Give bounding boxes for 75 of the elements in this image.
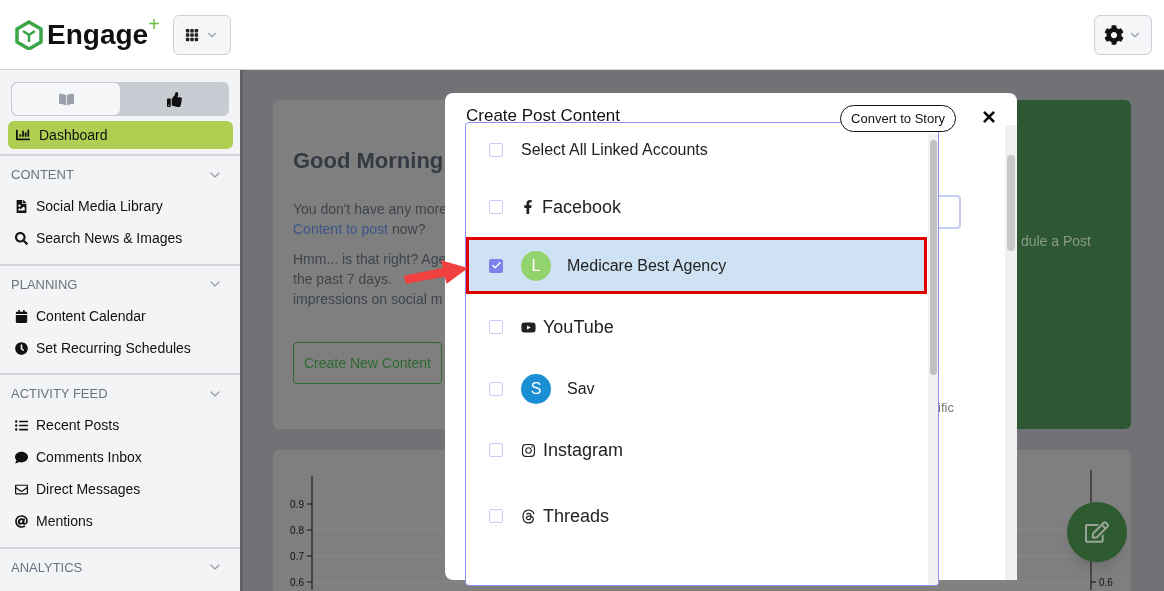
search-icon <box>15 232 28 245</box>
check-icon <box>490 260 502 271</box>
logo-plus: + <box>148 14 160 34</box>
sidebar-nav-item[interactable]: Search News & Images <box>11 222 229 255</box>
chart-icon <box>16 128 30 142</box>
speech-bubble-icon <box>15 451 28 464</box>
checkbox[interactable] <box>489 200 503 214</box>
option-label: Select All Linked Accounts <box>521 140 708 160</box>
sidebar-nav-item[interactable]: Direct Messages <box>11 473 229 506</box>
instagram-icon <box>521 442 536 458</box>
account-avatar: L <box>521 250 551 281</box>
calendar-icon <box>15 309 28 323</box>
account-avatar: S <box>521 373 551 404</box>
section-heading: PLANNING <box>11 275 78 294</box>
option-label: YouTube <box>543 315 614 339</box>
envelope-icon <box>15 483 28 496</box>
account-option[interactable]: L Medicare Best Agency <box>466 237 927 294</box>
welcome-text: You don't have any more <box>293 200 447 219</box>
apps-menu-button[interactable] <box>172 14 231 55</box>
sidebar-nav-item[interactable]: Set Recurring Schedules <box>11 332 229 364</box>
facebook-icon <box>521 200 535 214</box>
checkbox[interactable] <box>489 258 503 273</box>
convert-to-story-button[interactable]: Convert to Story <box>840 105 956 132</box>
axis-tick-label: 0.6 <box>1099 577 1113 588</box>
account-option[interactable]: Instagram <box>466 417 927 483</box>
close-button[interactable]: × <box>982 105 996 129</box>
hint-text: ific <box>938 399 954 417</box>
account-option[interactable]: Threads <box>466 483 927 549</box>
option-label: Instagram <box>543 438 624 462</box>
checkbox[interactable] <box>489 509 503 523</box>
account-option[interactable]: Facebook <box>466 177 927 237</box>
threads-icon <box>521 508 536 524</box>
scrollbar-thumb[interactable] <box>929 140 937 375</box>
scrollbar-thumb[interactable] <box>1007 155 1015 251</box>
option-label: Threads <box>543 504 610 528</box>
section-heading: ACTIVITY FEED <box>11 385 108 403</box>
section-heading: ANALYTICS <box>11 558 83 577</box>
sidebar-nav-item[interactable]: Recent Posts <box>11 409 229 442</box>
greeting-heading: Good Morning <box>293 147 444 175</box>
sidebar-nav-item[interactable]: Comments Inbox <box>11 441 229 474</box>
axis-tick-label: 0.9 <box>290 499 304 510</box>
info-text: the past 7 days. <box>293 270 392 289</box>
clock-icon <box>15 341 28 355</box>
info-text: impressions on social m <box>293 290 443 309</box>
image-file-icon <box>15 200 28 213</box>
account-option[interactable]: S Sav <box>466 360 927 417</box>
axis-tick-label: 0.6 <box>290 577 304 588</box>
sidebar-nav-item[interactable]: Content Calendar <box>11 300 229 332</box>
option-label: Medicare Best Agency <box>567 255 727 276</box>
account-option[interactable]: YouTube <box>466 294 927 360</box>
welcome-text: now? <box>391 220 426 239</box>
axis-tick-label: 0.7 <box>290 551 304 562</box>
hexagon-logo-icon <box>14 19 44 50</box>
schedule-text: dule a Post <box>1020 232 1091 251</box>
checkbox[interactable] <box>489 320 503 334</box>
sidebar-nav-item[interactable]: Mentions <box>11 505 229 538</box>
list-icon <box>15 419 28 432</box>
checkbox[interactable] <box>489 443 503 457</box>
section-heading: CONTENT <box>11 166 74 184</box>
option-label: Facebook <box>542 195 622 219</box>
checkbox[interactable] <box>489 143 503 157</box>
axis-tick-label: 0.8 <box>290 525 304 536</box>
edit-icon <box>1085 520 1109 544</box>
thumbs-up-icon <box>166 91 182 107</box>
option-label: Sav <box>567 378 595 399</box>
grid-icon <box>184 27 199 42</box>
at-sign-icon <box>15 515 28 528</box>
dashboard-nav-item[interactable]: Dashboard <box>8 121 233 149</box>
settings-icon <box>1104 24 1124 45</box>
settings-menu-button[interactable] <box>1094 14 1152 55</box>
info-text: Hmm... is that right? Age <box>293 250 447 269</box>
book-icon <box>58 91 74 107</box>
sidebar-nav-item[interactable]: Social Media Library <box>11 190 229 223</box>
logo-text: Engage <box>47 20 149 49</box>
checkbox[interactable] <box>489 381 503 396</box>
